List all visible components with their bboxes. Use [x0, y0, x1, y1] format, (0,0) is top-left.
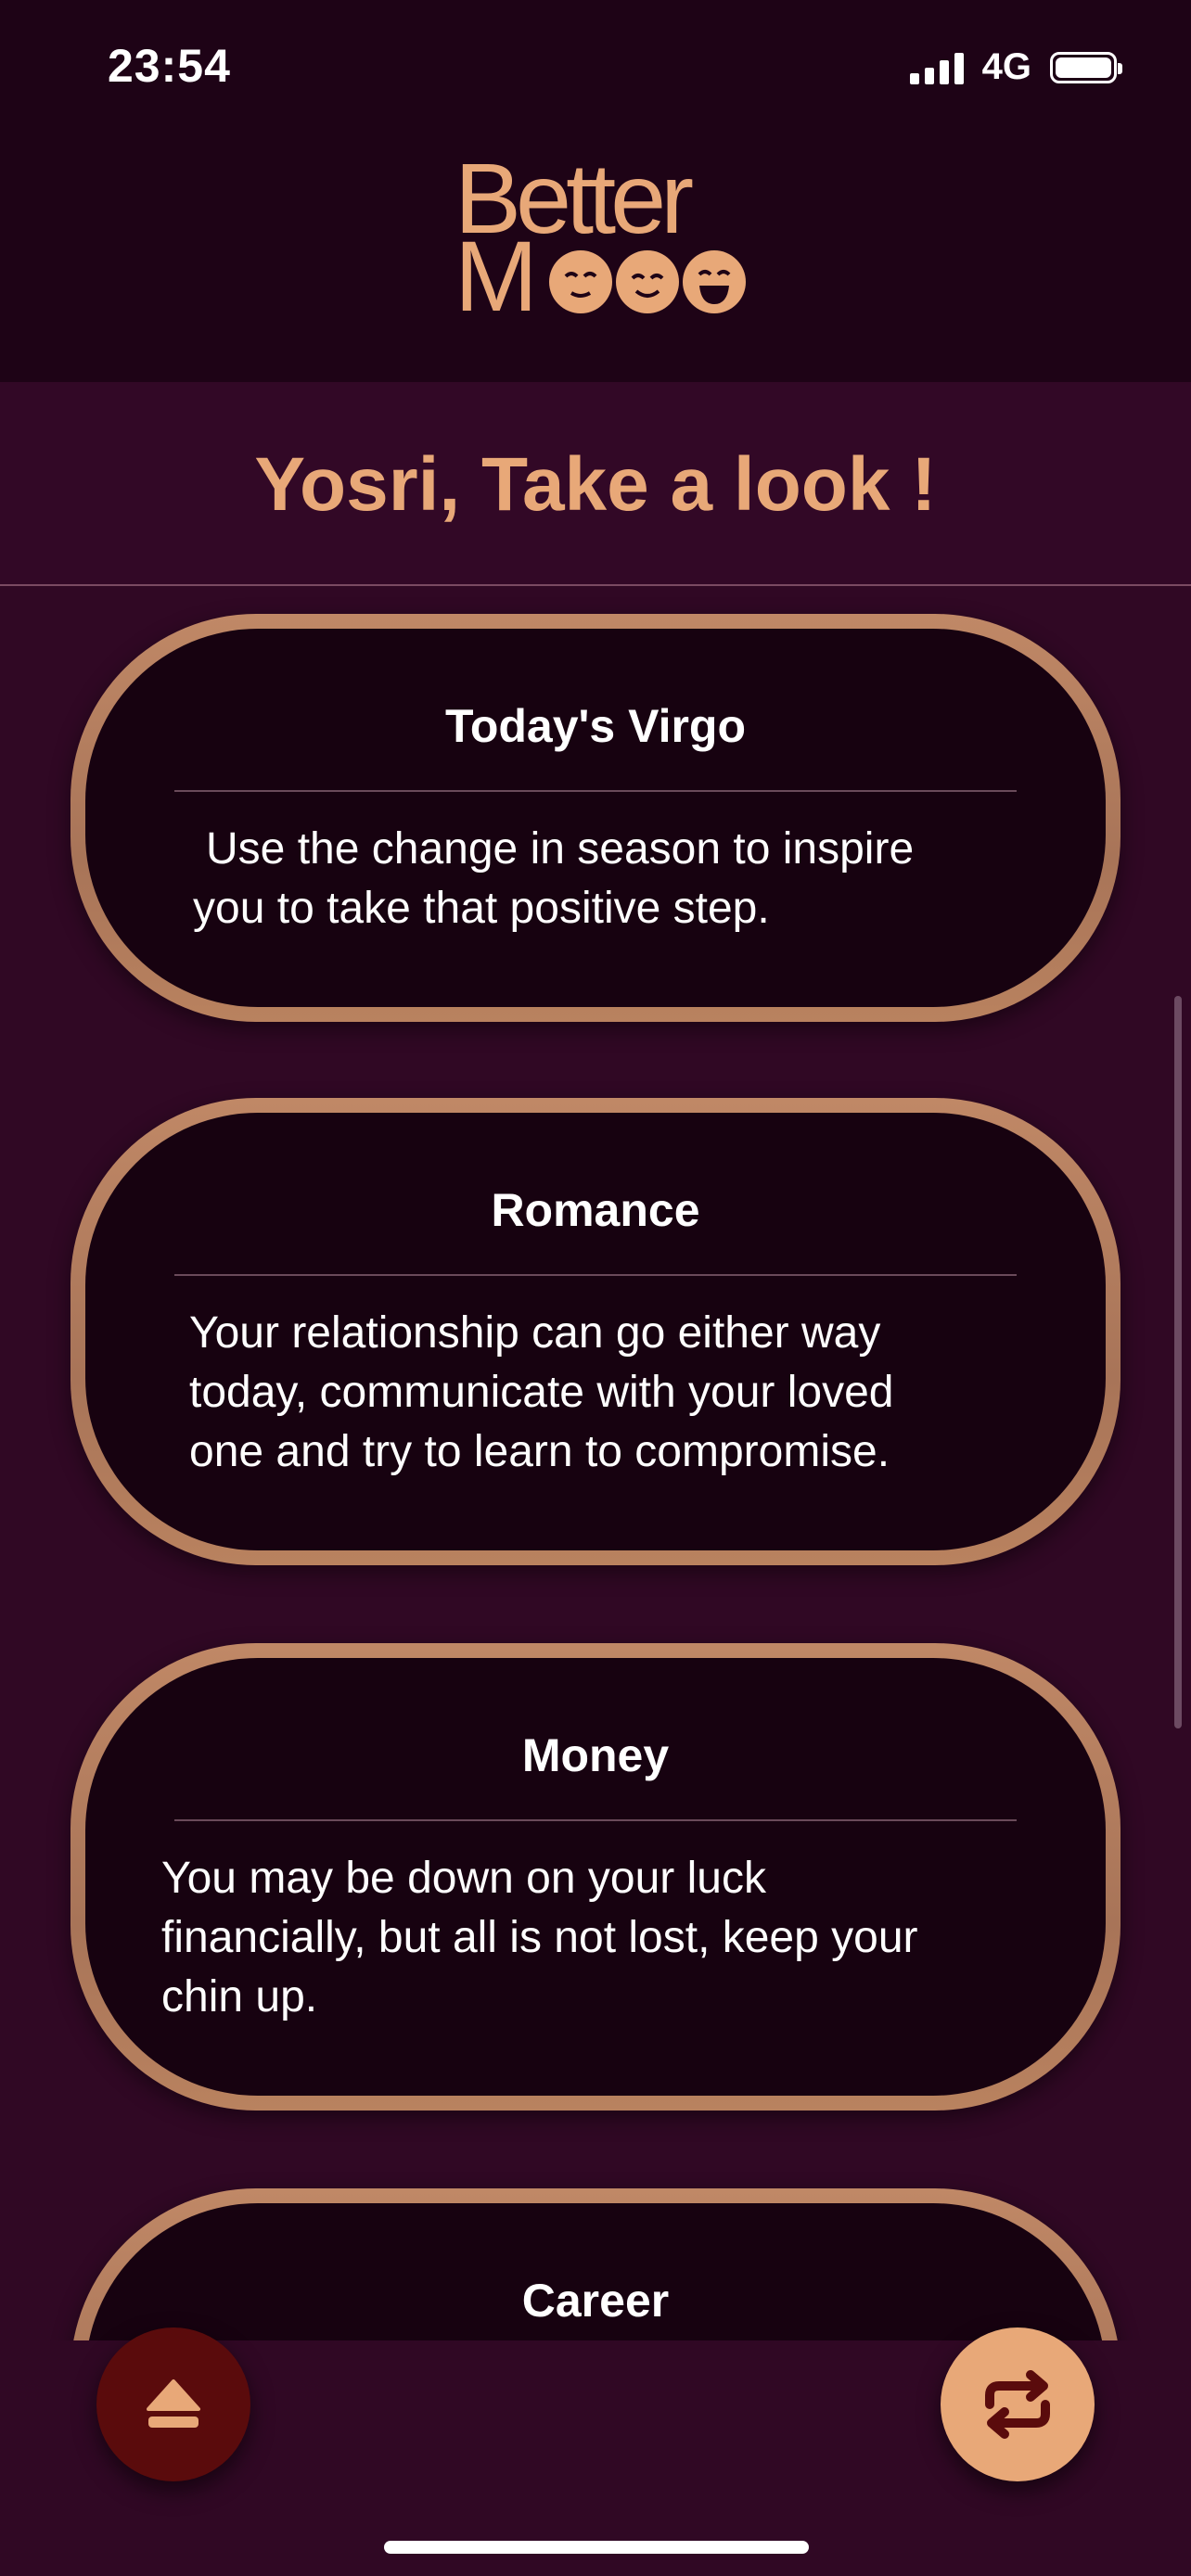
card-inner: Career — [85, 2203, 1106, 2340]
card-money[interactable]: Money You may be down on your luck finan… — [70, 1643, 1121, 2111]
app-logo: Better M — [455, 148, 746, 334]
status-indicators: 4G — [909, 46, 1122, 88]
card-divider — [174, 1274, 1017, 1276]
card-title: Career — [521, 2275, 670, 2327]
card-title: Money — [521, 1729, 670, 1781]
scrollbar[interactable] — [1174, 996, 1182, 1728]
card-body-line: financially, but all is not lost, keep y… — [161, 1913, 918, 1962]
status-time: 23:54 — [108, 40, 231, 92]
card-todays-virgo[interactable]: Today's Virgo Use the change in season t… — [70, 614, 1121, 1022]
card-romance[interactable]: Romance Your relationship can go either … — [70, 1098, 1121, 1565]
eject-icon — [147, 2379, 200, 2428]
card-body-line: you to take that positive step. — [193, 884, 770, 933]
card-body: Your relationship can go either way toda… — [189, 1304, 893, 1482]
card-divider — [174, 1819, 1017, 1821]
card-body-line: chin up. — [161, 1972, 318, 2021]
eject-button[interactable] — [96, 2327, 250, 2481]
card-body: Use the change in season to inspire you … — [193, 820, 914, 938]
card-inner: Today's Virgo Use the change in season t… — [85, 629, 1106, 1007]
repeat-icon — [985, 2370, 1050, 2439]
card-body-line: today, communicate with your loved — [189, 1368, 894, 1417]
card-divider — [174, 790, 1017, 792]
card-body-line: Your relationship can go either way — [189, 1308, 881, 1358]
app-screen: 23:54 4G Better M Yosri, Take a look ! T… — [0, 0, 1191, 2576]
title-band: Yosri, Take a look ! — [0, 382, 1191, 586]
card-inner: Money You may be down on your luck finan… — [85, 1658, 1106, 2096]
card-body: You may be down on your luck financially… — [161, 1849, 918, 2027]
network-label: 4G — [981, 46, 1031, 87]
mood-faces-icon — [549, 250, 746, 313]
page-title: Yosri, Take a look ! — [254, 442, 937, 527]
card-title: Today's Virgo — [445, 700, 746, 752]
home-indicator[interactable] — [384, 2541, 809, 2554]
repeat-button[interactable] — [941, 2327, 1095, 2481]
card-title: Romance — [491, 1184, 700, 1236]
card-body-line: Use the change in season to inspire — [206, 824, 915, 874]
cards-scroll-area[interactable]: Today's Virgo Use the change in season t… — [0, 586, 1191, 2340]
header-area: 23:54 4G Better M — [0, 0, 1191, 382]
card-body-line: one and try to learn to compromise. — [189, 1427, 890, 1476]
card-career[interactable]: Career — [70, 2188, 1121, 2340]
card-inner: Romance Your relationship can go either … — [85, 1113, 1106, 1550]
logo-text-m: M — [455, 220, 538, 332]
signal-icon — [909, 51, 964, 84]
battery-icon — [1050, 51, 1122, 83]
card-body-line: You may be down on your luck — [161, 1854, 766, 1903]
